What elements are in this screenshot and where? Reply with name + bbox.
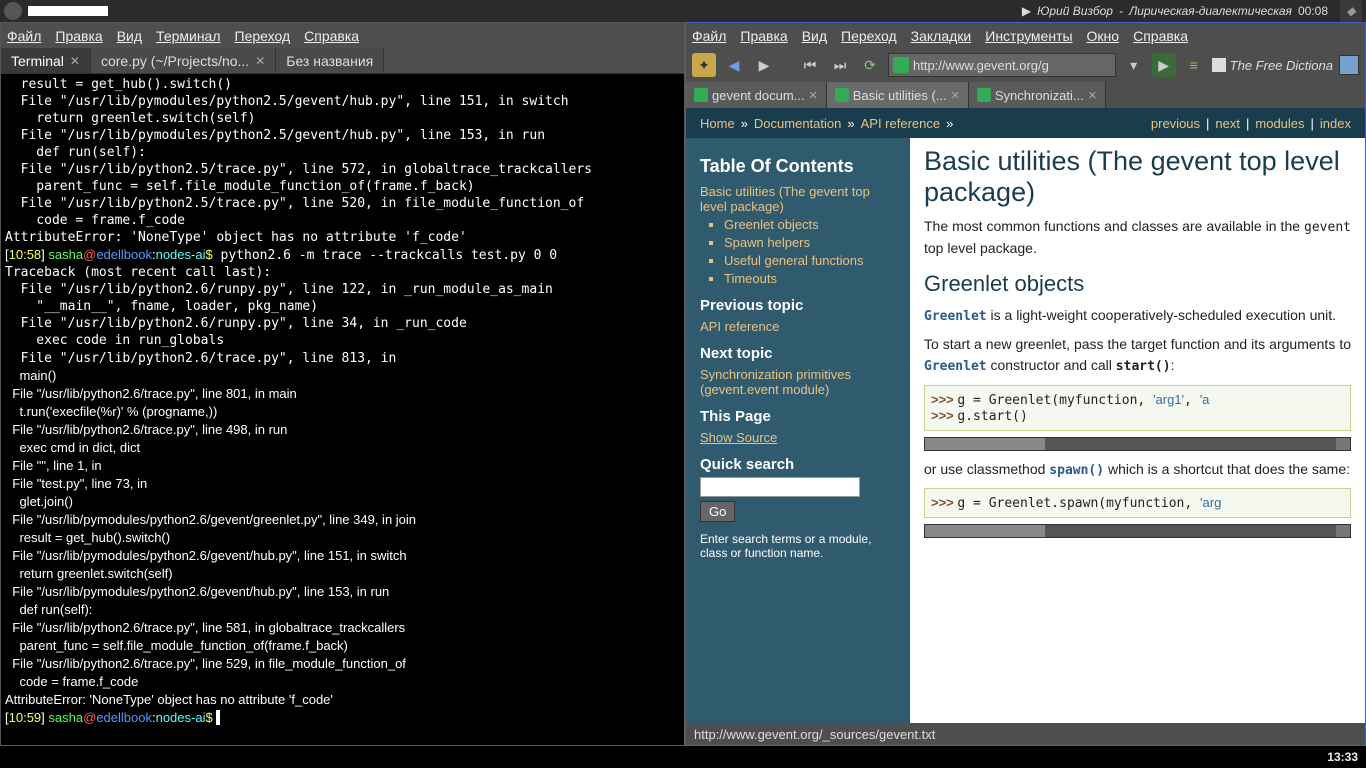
rewind-button[interactable]: ⏮ xyxy=(798,53,822,77)
close-icon[interactable]: ✕ xyxy=(255,54,265,68)
next-topic-link[interactable]: Synchronization primitives (gevent.event… xyxy=(700,366,896,398)
search-go-button[interactable]: Go xyxy=(700,501,735,522)
nav-previous[interactable]: previous xyxy=(1151,116,1200,131)
breadcrumb: Home » Documentation » API reference » p… xyxy=(686,108,1365,138)
browser-tabs: gevent docum...✕ Basic utilities (...✕ S… xyxy=(686,82,1365,108)
prev-topic-heading: Previous topic xyxy=(700,297,896,314)
bottom-panel: 13:33 xyxy=(0,746,1366,768)
close-icon[interactable]: ✕ xyxy=(70,54,80,68)
browser-statusbar: http://www.gevent.org/_sources/gevent.tx… xyxy=(686,723,1365,745)
site-favicon-icon xyxy=(893,57,909,73)
nav-modules[interactable]: modules xyxy=(1255,116,1304,131)
menu-window[interactable]: Окно xyxy=(1087,28,1120,44)
settings-icon[interactable]: ≡ xyxy=(1182,53,1206,77)
browser-window: Файл Правка Вид Переход Закладки Инструм… xyxy=(685,22,1366,746)
play-icon[interactable]: ▶ xyxy=(1022,4,1031,18)
close-icon[interactable]: ✕ xyxy=(809,89,818,102)
section-greenlet: Greenlet objects xyxy=(924,271,1351,297)
menu-go[interactable]: Переход xyxy=(235,28,291,44)
hscrollbar[interactable] xyxy=(924,524,1351,538)
clock[interactable]: 13:33 xyxy=(1327,750,1358,764)
terminal-tabs: Terminal✕ core.py (~/Projects/no...✕ Без… xyxy=(1,48,684,74)
nav-next[interactable]: next xyxy=(1215,116,1240,131)
close-icon[interactable]: ✕ xyxy=(951,89,960,102)
toc-item[interactable]: Useful general functions xyxy=(724,252,896,269)
favicon-icon xyxy=(977,88,991,102)
search-input[interactable] xyxy=(700,477,860,497)
method-ref[interactable]: spawn() xyxy=(1049,463,1104,478)
toc-item[interactable]: Spawn helpers xyxy=(724,234,896,251)
terminal-body[interactable]: result = get_hub().switch() File "/usr/l… xyxy=(1,74,684,745)
browser-menubar: Файл Правка Вид Переход Закладки Инструм… xyxy=(686,23,1365,48)
code-block: >>> g = Greenlet.spawn(myfunction, 'arg xyxy=(924,488,1351,518)
menu-help[interactable]: Справка xyxy=(304,28,359,44)
tab-terminal[interactable]: Terminal✕ xyxy=(1,48,91,73)
class-ref[interactable]: Greenlet xyxy=(924,309,987,324)
new-tab-button[interactable]: ✦ xyxy=(692,53,716,77)
terminal-window: Файл Правка Вид Терминал Переход Справка… xyxy=(0,22,685,746)
next-topic-heading: Next topic xyxy=(700,345,896,362)
hscrollbar[interactable] xyxy=(924,437,1351,451)
tray-icon[interactable]: ◆ xyxy=(1340,0,1362,22)
prev-topic-link[interactable]: API reference xyxy=(700,318,896,335)
terminal-menubar: Файл Правка Вид Терминал Переход Справка xyxy=(1,23,684,48)
menu-edit[interactable]: Правка xyxy=(740,28,787,44)
menu-view[interactable]: Вид xyxy=(117,28,142,44)
doc-sidebar: Table Of Contents Basic utilities (The g… xyxy=(686,138,910,723)
window-title-bar xyxy=(28,6,108,16)
page-icon xyxy=(1212,58,1226,72)
menu-help[interactable]: Справка xyxy=(1133,28,1188,44)
menu-edit[interactable]: Правка xyxy=(55,28,102,44)
favicon-icon xyxy=(694,88,708,102)
nav-index[interactable]: index xyxy=(1320,116,1351,131)
forward-button[interactable]: ▶ xyxy=(752,53,776,77)
tab-untitled[interactable]: Без названия xyxy=(276,48,384,73)
menu-tools[interactable]: Инструменты xyxy=(985,28,1072,44)
go-button[interactable]: ▶ xyxy=(1152,53,1176,77)
panel-toggle-button[interactable] xyxy=(1339,55,1359,75)
doc-content: Basic utilities (The gevent top level pa… xyxy=(910,138,1365,723)
crumb-docs[interactable]: Documentation xyxy=(754,116,841,131)
close-icon[interactable]: ✕ xyxy=(1088,89,1097,102)
page-title: Basic utilities (The gevent top level pa… xyxy=(924,146,1351,208)
menu-go[interactable]: Переход xyxy=(841,28,897,44)
toc-root-link[interactable]: Basic utilities (The gevent top level pa… xyxy=(700,183,896,215)
menu-view[interactable]: Вид xyxy=(802,28,827,44)
nowplaying-title: Лирическая-диалектическая xyxy=(1129,4,1292,18)
menu-file[interactable]: Файл xyxy=(692,28,726,44)
url-bar[interactable]: http://www.gevent.org/g xyxy=(888,53,1116,77)
menu-terminal[interactable]: Терминал xyxy=(156,28,220,44)
url-dropdown[interactable]: ▾ xyxy=(1122,53,1146,77)
code-block: >>> g = Greenlet(myfunction, 'arg1', 'a … xyxy=(924,385,1351,431)
crumb-api[interactable]: API reference xyxy=(861,116,941,131)
ffwd-button[interactable]: ⏭ xyxy=(828,53,852,77)
toc-item[interactable]: Greenlet objects xyxy=(724,216,896,233)
this-page-heading: This Page xyxy=(700,408,896,425)
toc-item[interactable]: Timeouts xyxy=(724,270,896,287)
search-hint: Enter search terms or a module, class or… xyxy=(700,532,896,560)
reload-button[interactable]: ⟳ xyxy=(858,53,882,77)
intro-para: The most common functions and classes ar… xyxy=(924,216,1351,259)
toc-heading: Table Of Contents xyxy=(700,156,896,177)
tab-basic-utilities[interactable]: Basic utilities (...✕ xyxy=(827,82,969,108)
tab-core-py[interactable]: core.py (~/Projects/no...✕ xyxy=(91,48,276,73)
menu-file[interactable]: Файл xyxy=(7,28,41,44)
menu-icon[interactable] xyxy=(4,2,22,20)
class-ref[interactable]: Greenlet xyxy=(924,359,987,374)
quick-search-heading: Quick search xyxy=(700,456,896,473)
back-button[interactable]: ◀ xyxy=(722,53,746,77)
browser-toolbar: ✦ ◀ ▶ ⏮ ⏭ ⟳ http://www.gevent.org/g ▾ ▶ … xyxy=(686,48,1365,82)
top-panel: ▶ Юрий Визбор - Лирическая-диалектическа… xyxy=(0,0,1366,22)
track-time: 00:08 xyxy=(1298,4,1328,18)
tab-gevent-docs[interactable]: gevent docum...✕ xyxy=(686,82,827,108)
crumb-home[interactable]: Home xyxy=(700,116,735,131)
bookmark-item[interactable]: The Free Dictiona xyxy=(1212,58,1333,73)
show-source-link[interactable]: Show Source xyxy=(700,429,896,446)
tab-synchronization[interactable]: Synchronizati...✕ xyxy=(969,82,1106,108)
nowplaying-artist: Юрий Визбор xyxy=(1037,4,1113,18)
favicon-icon xyxy=(835,88,849,102)
menu-bookmarks[interactable]: Закладки xyxy=(911,28,972,44)
